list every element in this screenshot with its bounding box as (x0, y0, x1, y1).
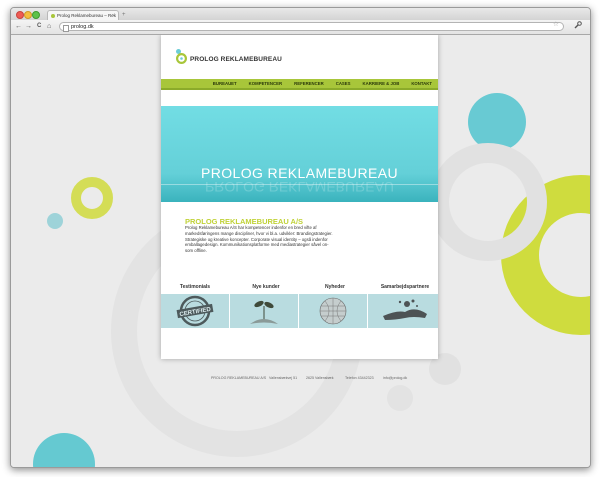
decor-circle (71, 177, 113, 219)
website-page: PROLOG REKLAMEBUREAU BUREAUET KOMPETENCE… (161, 35, 438, 380)
hero-title-reflection: PROLOG REKLAMEBUREAU (204, 179, 395, 195)
nav-item-bureauet[interactable]: BUREAUET (207, 79, 243, 88)
url-text: prolog.dk (71, 24, 94, 30)
address-bar[interactable]: prolog.dk (59, 22, 564, 32)
feature-title-testimonials[interactable]: Testimonials (163, 284, 227, 290)
page-viewport: PROLOG REKLAMEBUREAU BUREAUET KOMPETENCE… (11, 35, 590, 467)
logo-text[interactable]: PROLOG REKLAMEBUREAU (190, 56, 282, 63)
decor-circle (387, 385, 413, 411)
close-window-button[interactable] (16, 11, 24, 19)
minimize-window-button[interactable] (24, 11, 32, 19)
browser-window: Prolog Reklamebureau – Rek × + ← → C ⌂ p… (10, 7, 591, 468)
tab-close-icon[interactable]: × (112, 11, 115, 20)
favicon-icon (51, 14, 55, 18)
feature-title-samarbejdspartnere[interactable]: Samarbejdspartnere (373, 284, 437, 290)
decor-circle (33, 433, 95, 467)
browser-tab[interactable]: Prolog Reklamebureau – Rek × (47, 10, 119, 20)
handshake-splash-image[interactable] (369, 294, 437, 328)
feature-title-nyheder[interactable]: Nyheder (303, 284, 367, 290)
feature-band: CERTIFIED (161, 294, 438, 328)
back-arrow-icon[interactable]: ← (15, 22, 22, 31)
zoom-window-button[interactable] (32, 11, 40, 19)
nav-item-kontakt[interactable]: KONTAKT (405, 79, 438, 88)
footer-phone: Telefon 43442323 (345, 376, 374, 380)
feature-title-nye-kunder[interactable]: Nye kunder (234, 284, 298, 290)
tab-title: Prolog Reklamebureau – Rek (57, 13, 117, 18)
footer-city: 2625 Vallensbæk (306, 376, 334, 380)
new-tab-button[interactable]: + (122, 12, 126, 18)
decor-circle (429, 143, 547, 261)
nav-item-cases[interactable]: CASES (330, 79, 357, 88)
page-icon (63, 25, 69, 32)
logo-icon (176, 53, 187, 64)
forward-arrow-icon[interactable]: → (25, 22, 32, 31)
footer-company: PROLOG REKLAMEBUREAU A/S (211, 376, 267, 380)
feature-divider (367, 294, 368, 328)
bookmark-star-icon[interactable]: ☆ (553, 20, 559, 30)
footer-street: Vallensbækvej 51 (269, 376, 298, 380)
seedling-hands-image[interactable] (230, 294, 298, 328)
certified-stamp-image[interactable]: CERTIFIED (161, 294, 229, 328)
reload-icon[interactable]: C (37, 22, 41, 31)
footer-email-link[interactable]: info@prolog.dk (383, 376, 407, 380)
hero-banner: PROLOG REKLAMEBUREAU PROLOG REKLAMEBUREA… (161, 106, 438, 202)
browser-toolbar: ← → C ⌂ prolog.dk ☆ (11, 20, 590, 35)
nav-item-karriere-job[interactable]: KARRIERE & JOB (357, 79, 406, 88)
wrench-icon[interactable] (574, 21, 582, 31)
paper-globe-image[interactable] (299, 294, 367, 328)
decor-circle (468, 93, 526, 151)
decor-circle (47, 213, 63, 229)
nav-item-kompetencer[interactable]: KOMPETENCER (243, 79, 288, 88)
nav-item-referencer[interactable]: REFERENCER (288, 79, 330, 88)
intro-text: Prolog Reklamebureau A/S har kompetencer… (185, 225, 333, 254)
title-bar: Prolog Reklamebureau – Rek × + (11, 8, 590, 20)
main-nav: BUREAUET KOMPETENCER REFERENCER CASES KA… (161, 79, 438, 90)
home-icon[interactable]: ⌂ (47, 22, 51, 31)
